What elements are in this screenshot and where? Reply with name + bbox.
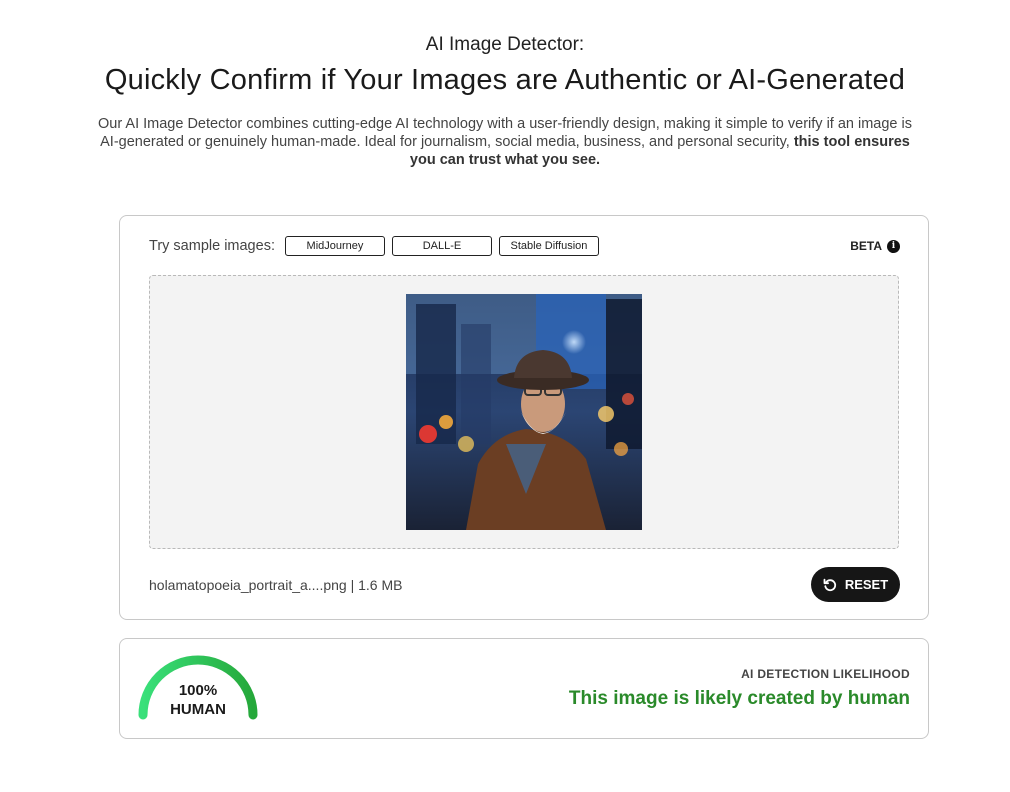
verdict-text: This image is likely created by human (568, 688, 910, 709)
page-header: AI Image Detector: Quickly Confirm if Yo… (0, 30, 1010, 169)
sample-images-row: Try sample images: MidJourney DALL-E Sta… (149, 235, 900, 257)
gauge-readout: 100% HUMAN (137, 681, 259, 719)
page-title: Quickly Confirm if Your Images are Authe… (104, 64, 906, 96)
sample-images-label: Try sample images: (149, 238, 275, 254)
gauge-percent: 100% (178, 682, 218, 699)
upload-card: Try sample images: MidJourney DALL-E Sta… (119, 215, 929, 620)
uploaded-image-preview (406, 294, 642, 530)
info-icon[interactable]: i (887, 239, 900, 253)
reset-label: RESET (844, 577, 889, 592)
sample-dalle-button[interactable]: DALL-E (391, 236, 492, 256)
reset-icon (823, 578, 837, 592)
result-card: 100% HUMAN AI DETECTION LIKELIHOOD This … (119, 638, 929, 739)
page-kicker: AI Image Detector: (425, 34, 585, 55)
reset-button[interactable]: RESET (811, 567, 900, 602)
beta-badge: BETA i (850, 239, 900, 253)
sample-stable-diffusion-button[interactable]: Stable Diffusion (498, 236, 599, 256)
description-text: Our AI Image Detector combines cutting-e… (98, 116, 912, 150)
likelihood-label: AI DETECTION LIKELIHOOD (741, 667, 910, 681)
image-dropzone[interactable] (149, 275, 899, 549)
page-description: Our AI Image Detector combines cutting-e… (90, 115, 920, 169)
beta-label: BETA (850, 239, 882, 253)
sample-midjourney-button[interactable]: MidJourney (284, 236, 385, 256)
file-info: holamatopoeia_portrait_a....png | 1.6 MB (149, 577, 403, 593)
gauge-class: HUMAN (170, 701, 226, 718)
